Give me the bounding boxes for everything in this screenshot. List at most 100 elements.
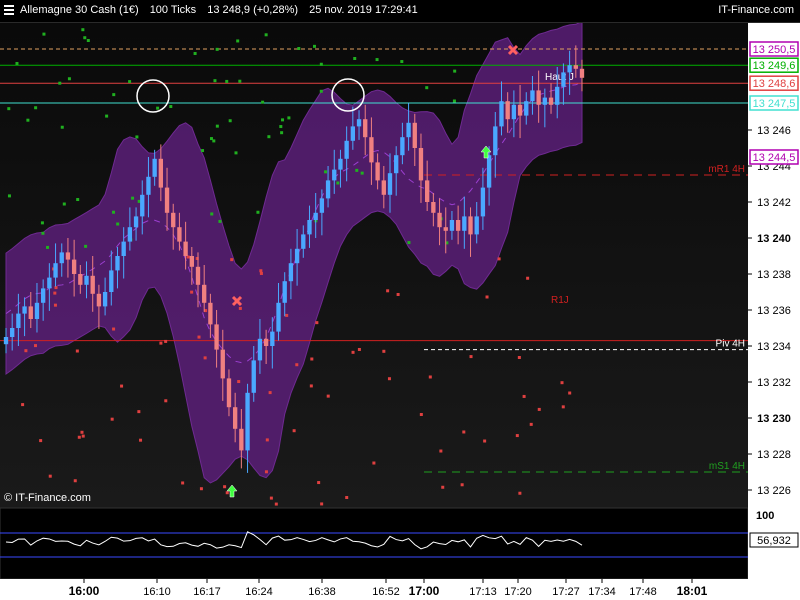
candle-body	[381, 180, 386, 195]
dot	[116, 222, 120, 226]
dot	[131, 196, 135, 200]
dot	[7, 194, 11, 198]
y-tick-label: 13 246	[757, 125, 791, 137]
candle-body	[363, 119, 368, 138]
x-tick-label: 17:34	[588, 586, 616, 598]
x-tick-label: 16:38	[308, 586, 336, 598]
dot	[537, 407, 541, 411]
candle-body	[486, 155, 492, 188]
dot	[15, 61, 19, 65]
x-tick-label: 17:27	[552, 586, 580, 598]
dot	[441, 485, 445, 489]
dot	[238, 306, 242, 310]
dot	[40, 221, 44, 225]
dot	[53, 291, 57, 295]
candle-body	[344, 140, 349, 159]
dot	[279, 125, 283, 129]
dot	[386, 289, 390, 293]
candle-body	[579, 68, 585, 78]
dot	[375, 58, 379, 62]
dot	[259, 269, 263, 273]
dot	[203, 356, 207, 360]
dot	[453, 69, 457, 73]
dot	[75, 349, 79, 353]
candle-body	[288, 263, 294, 282]
tick-interval: 100 Ticks	[149, 4, 197, 16]
dot	[372, 461, 376, 465]
candle-body	[499, 101, 504, 127]
dot	[199, 487, 203, 491]
dot	[181, 481, 185, 485]
dot	[285, 313, 289, 317]
candle-body	[517, 104, 523, 116]
candle-body	[96, 293, 102, 307]
dot	[295, 363, 299, 367]
candle-body	[270, 331, 275, 346]
dot	[357, 347, 361, 351]
dot	[120, 384, 124, 388]
dot	[485, 295, 489, 299]
candle-body	[140, 194, 145, 217]
dot	[84, 244, 88, 248]
candle-body	[146, 176, 151, 195]
dot	[425, 86, 429, 90]
y-tick-label: 13 228	[757, 449, 791, 461]
dot	[382, 349, 386, 353]
instrument-name: Allemagne 30 Cash (1€)	[20, 4, 139, 16]
dot	[53, 303, 57, 307]
candle-body	[59, 252, 64, 264]
oscillator-background	[0, 507, 749, 580]
x-tick-label: 18:01	[677, 584, 708, 598]
dot	[317, 481, 321, 485]
candle-body	[127, 227, 133, 242]
dot	[326, 394, 330, 398]
dot	[209, 137, 213, 141]
dot	[274, 502, 278, 506]
candle-body	[189, 256, 194, 267]
candle-body	[239, 428, 244, 451]
candle-body	[505, 101, 510, 120]
dot	[483, 439, 487, 443]
price-box-label: 13 247,5	[753, 98, 796, 110]
dot	[228, 119, 232, 123]
candle-body	[115, 256, 120, 271]
candle-body	[462, 216, 467, 231]
dot	[197, 335, 201, 339]
dot	[292, 429, 296, 433]
price-box-label: 13 244,5	[753, 152, 796, 164]
candle-body	[493, 126, 498, 156]
dot	[568, 391, 572, 395]
dot	[351, 350, 355, 354]
dot	[320, 502, 324, 506]
candle-body	[22, 306, 27, 314]
price-chart[interactable]: mR1 4HPiv 4HmS1 4HHaut JR1J 10056,932 13…	[0, 0, 800, 600]
dot	[42, 32, 46, 36]
candle-body	[319, 198, 325, 213]
menu-icon[interactable]	[4, 5, 14, 15]
x-tick-label: 16:17	[193, 586, 221, 598]
candle-body	[65, 252, 71, 260]
x-tick-label: 17:48	[629, 586, 657, 598]
dot	[80, 430, 84, 434]
y-tick-label: 13 238	[757, 269, 791, 281]
dot	[215, 124, 219, 128]
y-tick-label: 13 236	[757, 305, 791, 317]
candle-body	[375, 162, 380, 181]
dot	[24, 349, 28, 353]
candle-body	[34, 302, 40, 319]
dot	[230, 258, 234, 262]
dot	[460, 483, 464, 487]
dot	[396, 292, 400, 296]
dot	[39, 439, 43, 443]
candle-body	[443, 227, 448, 231]
dot	[264, 470, 268, 474]
dot	[137, 410, 141, 414]
candle-body	[561, 72, 566, 87]
candle-body	[40, 288, 46, 303]
level-label: mS1 4H	[709, 461, 745, 472]
dot	[319, 89, 323, 93]
dot	[462, 430, 466, 434]
dot	[517, 355, 521, 359]
candle-body	[474, 216, 479, 235]
candle-body	[468, 216, 473, 235]
